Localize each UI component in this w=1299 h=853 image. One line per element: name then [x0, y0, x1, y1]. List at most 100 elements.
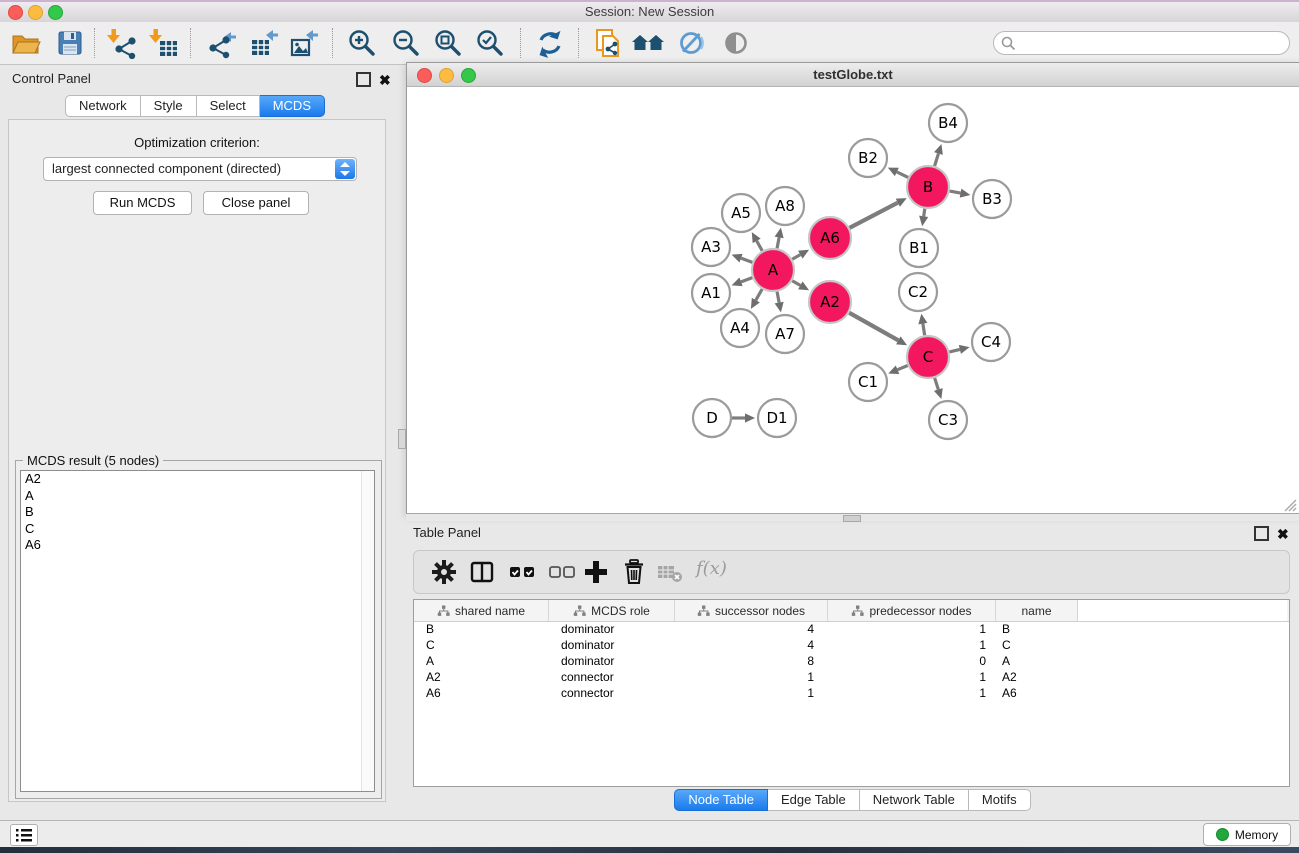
node-label-A6: A6	[820, 229, 840, 247]
hierarchy-icon	[573, 605, 586, 617]
memory-label: Memory	[1235, 828, 1278, 842]
deselect-all-button[interactable]	[546, 556, 578, 588]
import-network-button[interactable]	[106, 27, 138, 59]
trash-icon	[618, 556, 650, 588]
table-panel-close-icon[interactable]: ✖	[1277, 528, 1289, 540]
table-cell: 0	[828, 654, 996, 670]
node-label-A4: A4	[730, 319, 750, 337]
table-cell: A2	[996, 670, 1078, 686]
select-all-button[interactable]	[506, 556, 538, 588]
task-history-button[interactable]	[10, 824, 38, 846]
node-label-D: D	[706, 409, 718, 427]
column-header-predecessor-nodes[interactable]: predecessor nodes	[828, 600, 996, 621]
delete-column-button[interactable]	[618, 556, 650, 588]
result-list-item[interactable]: B	[21, 504, 374, 521]
result-list-item[interactable]: A6	[21, 537, 374, 554]
tab-style[interactable]: Style	[141, 95, 197, 117]
table-panel-title: Table Panel	[413, 525, 481, 540]
network-canvas[interactable]: AA1A2A3A4A5A6A7A8BB1B2B3B4CC1C2C3C4DD1	[407, 87, 1297, 513]
export-image-button[interactable]	[288, 27, 320, 59]
control-panel-float-icon[interactable]	[356, 72, 371, 87]
criterion-select[interactable]: largest connected component (directed)	[43, 157, 357, 181]
table-row[interactable]: A2connector11A2	[414, 670, 1289, 686]
tab-edge-table[interactable]: Edge Table	[768, 789, 860, 811]
table-cell: 1	[828, 622, 996, 638]
memory-button[interactable]: Memory	[1203, 823, 1291, 846]
export-network-button[interactable]	[206, 27, 238, 59]
table-row[interactable]: Cdominator41C	[414, 638, 1289, 654]
node-label-A7: A7	[775, 325, 795, 343]
save-session-button[interactable]	[54, 27, 86, 59]
zoom-out-button[interactable]	[390, 27, 422, 59]
split-panel-button[interactable]	[466, 556, 498, 588]
unchecked-checkboxes-icon	[546, 556, 578, 588]
table-cell: C	[996, 638, 1078, 654]
desktop-background-strip	[0, 847, 1299, 853]
control-panel-tabs: NetworkStyleSelectMCDS	[0, 95, 390, 117]
table-cell: dominator	[549, 622, 675, 638]
add-column-button[interactable]	[580, 556, 612, 588]
tab-network[interactable]: Network	[65, 95, 141, 117]
application-window: Session: New Session	[0, 0, 1299, 853]
result-list-item[interactable]: A	[21, 488, 374, 505]
table-row[interactable]: Adominator80A	[414, 654, 1289, 670]
table-row[interactable]: Bdominator41B	[414, 622, 1289, 638]
table-panel-float-icon[interactable]	[1254, 526, 1269, 541]
table-cell: 1	[828, 670, 996, 686]
show-details-button[interactable]	[720, 27, 752, 59]
zoom-fit-button[interactable]	[432, 27, 464, 59]
column-header-name[interactable]: name	[996, 600, 1078, 621]
table-cell: C	[414, 638, 549, 654]
open-folder-icon	[10, 27, 42, 59]
run-mcds-button[interactable]: Run MCDS	[93, 191, 192, 215]
apply-layout-button[interactable]	[534, 27, 566, 59]
table-cell: A	[414, 654, 549, 670]
toolbar-separator	[520, 28, 521, 58]
export-table-button[interactable]	[248, 27, 280, 59]
node-label-B2: B2	[858, 149, 878, 167]
hierarchy-icon	[851, 605, 864, 617]
edge-A-A8	[777, 237, 779, 248]
node-label-A1: A1	[701, 284, 721, 302]
network-overview-button[interactable]	[630, 27, 662, 59]
column-header-shared-name[interactable]: shared name	[414, 600, 549, 621]
horizontal-splitter[interactable]	[406, 513, 1299, 521]
list-icon	[16, 828, 32, 842]
result-list-item[interactable]: C	[21, 521, 374, 538]
tab-select[interactable]: Select	[197, 95, 260, 117]
import-table-button[interactable]	[148, 27, 180, 59]
tab-motifs[interactable]: Motifs	[969, 789, 1031, 811]
refresh-icon	[534, 27, 566, 59]
search-input[interactable]	[1020, 33, 1279, 53]
result-list-scrollbar[interactable]	[361, 471, 374, 791]
zoom-selected-button[interactable]	[474, 27, 506, 59]
tab-node-table[interactable]: Node Table	[674, 789, 768, 811]
clone-network-button[interactable]	[592, 27, 624, 59]
tab-network-table[interactable]: Network Table	[860, 789, 969, 811]
zoom-in-button[interactable]	[346, 27, 378, 59]
open-session-button[interactable]	[10, 27, 42, 59]
edge-A-A2	[792, 281, 800, 286]
close-panel-button[interactable]: Close panel	[203, 191, 309, 215]
homes-icon	[630, 27, 666, 59]
table-cell: 1	[675, 686, 828, 702]
hide-graphics-details-button[interactable]	[676, 27, 708, 59]
mcds-result-title: MCDS result (5 nodes)	[23, 453, 163, 468]
table-settings-button[interactable]	[428, 556, 460, 588]
status-bar: Memory	[0, 820, 1299, 848]
resize-grip-icon[interactable]	[1283, 498, 1297, 512]
gear-icon	[428, 556, 460, 588]
network-view-window: testGlobe.txt AA1A2A3A4A5A6A7A8BB1B2B3B4…	[406, 62, 1299, 515]
column-header-MCDS-role[interactable]: MCDS role	[549, 600, 675, 621]
control-panel-close-icon[interactable]: ✖	[379, 74, 391, 86]
vertical-splitter-handle[interactable]	[398, 429, 406, 449]
edge-A-A6	[792, 255, 800, 260]
node-table-header: shared nameMCDS rolesuccessor nodesprede…	[414, 600, 1289, 622]
export-image-icon	[288, 27, 320, 59]
column-header-successor-nodes[interactable]: successor nodes	[675, 600, 828, 621]
table-row[interactable]: A6connector11A6	[414, 686, 1289, 702]
search-field	[993, 31, 1290, 55]
tab-mcds[interactable]: MCDS	[260, 95, 325, 117]
table-cell: B	[996, 622, 1078, 638]
result-list-item[interactable]: A2	[21, 471, 374, 488]
